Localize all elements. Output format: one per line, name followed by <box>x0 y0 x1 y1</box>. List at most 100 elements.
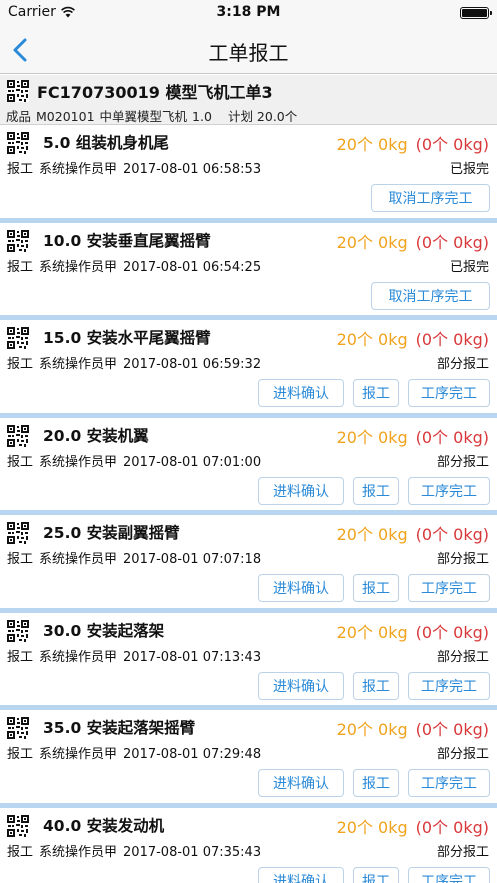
product-version: 1.0 <box>192 109 212 124</box>
nav-bar: 工单报工 <box>0 26 497 74</box>
report-button[interactable]: 报工 <box>353 476 399 505</box>
report-button[interactable]: 报工 <box>353 866 399 883</box>
operation-card[interactable]: 10.0 安装垂直尾翼摇臂 20个 0kg (0个 0kg) 报工 系统操作员甲 20… <box>0 222 497 320</box>
report-datetime: 2017-08-01 07:35:43 <box>123 844 262 860</box>
defect-quantity: (0个 0kg) <box>415 817 489 837</box>
operation-title: 35.0 安装起落架摇臂 <box>43 719 196 737</box>
qr-code-icon <box>7 424 29 447</box>
operation-title: 40.0 安装发动机 <box>43 816 165 835</box>
reported-quantity: 20个 0kg <box>336 525 408 544</box>
report-info: 报工 系统操作员甲 2017-08-01 06:54:25 <box>7 256 267 275</box>
operation-actions: 进料确认 报工 工序完工 <box>258 671 490 700</box>
operation-card[interactable]: 5.0 组装机身机尾 20个 0kg (0个 0kg) 报工 系统操作员甲 2017-… <box>0 125 497 223</box>
cancel-finish-button[interactable]: 取消工序完工 <box>371 281 490 310</box>
feed-confirm-button[interactable]: 进料确认 <box>258 379 344 407</box>
operator-name: 系统操作员甲 <box>39 844 118 860</box>
operator-name: 系统操作员甲 <box>39 357 118 372</box>
operation-actions: 进料确认 报工 工序完工 <box>258 866 490 883</box>
operation-quantity: 20个 0kg (0个 0kg) <box>337 619 489 643</box>
operation-actions: 进料确认 报工 工序完工 <box>258 769 490 797</box>
operation-actions: 进料确认 报工 工序完工 <box>258 476 490 505</box>
operation-card[interactable]: 40.0 安装发动机 20个 0kg (0个 0kg) 报工 系统操作员甲 2017-… <box>0 807 497 883</box>
finish-operation-button[interactable]: 工序完工 <box>408 866 490 883</box>
report-button[interactable]: 报工 <box>353 379 399 407</box>
status-badge: 部分报工 <box>436 552 489 567</box>
qr-code-icon <box>7 814 29 837</box>
report-label: 报工 <box>7 649 34 665</box>
report-datetime: 2017-08-01 07:29:48 <box>123 747 262 762</box>
status-badge: 部分报工 <box>436 357 489 372</box>
qr-code-icon <box>7 717 29 739</box>
operation-actions: 取消工序完工 <box>371 184 490 212</box>
operation-quantity: 20个 0kg (0个 0kg) <box>337 716 489 740</box>
operation-quantity: 20个 0kg (0个 0kg) <box>337 814 489 838</box>
reported-quantity: 20个 0kg <box>336 720 408 739</box>
defect-quantity: (0个 0kg) <box>415 427 489 447</box>
report-info: 报工 系统操作员甲 2017-08-01 07:07:18 <box>7 548 267 567</box>
plan-quantity: 计划 20.0个 <box>227 109 298 124</box>
report-datetime: 2017-08-01 07:07:18 <box>123 552 262 567</box>
work-order-header: FC170730019 模型飞机工单3 成品 M020101 中单翼模型飞机 1.0 计… <box>0 75 497 125</box>
feed-confirm-button[interactable]: 进料确认 <box>258 574 344 602</box>
report-label: 报工 <box>7 357 34 372</box>
report-info: 报工 系统操作员甲 2017-08-01 06:58:53 <box>7 158 267 177</box>
feed-confirm-button[interactable]: 进料确认 <box>258 476 344 505</box>
finish-operation-button[interactable]: 工序完工 <box>408 476 490 505</box>
operation-list: 5.0 组装机身机尾 20个 0kg (0个 0kg) 报工 系统操作员甲 2017-… <box>0 125 497 883</box>
operation-actions: 进料确认 报工 工序完工 <box>258 574 490 602</box>
reported-quantity: 20个 0kg <box>336 817 408 837</box>
product-type: 成品 <box>6 109 32 124</box>
operation-title: 10.0 安装垂直尾翼摇臂 <box>43 231 211 250</box>
finish-operation-button[interactable]: 工序完工 <box>408 769 490 797</box>
cancel-finish-button[interactable]: 取消工序完工 <box>371 184 490 212</box>
reported-quantity: 20个 0kg <box>336 330 408 349</box>
feed-confirm-button[interactable]: 进料确认 <box>258 769 344 797</box>
operation-actions: 取消工序完工 <box>371 281 490 310</box>
defect-quantity: (0个 0kg) <box>415 232 489 252</box>
status-badge: 部分报工 <box>436 747 489 762</box>
finish-operation-button[interactable]: 工序完工 <box>408 379 490 407</box>
report-button[interactable]: 报工 <box>353 769 399 797</box>
product-code: M020101 <box>36 109 95 124</box>
operator-name: 系统操作员甲 <box>39 454 118 470</box>
feed-confirm-button[interactable]: 进料确认 <box>258 866 344 883</box>
status-badge: 部分报工 <box>436 844 489 860</box>
defect-quantity: (0个 0kg) <box>415 135 489 154</box>
report-label: 报工 <box>7 454 34 470</box>
report-button[interactable]: 报工 <box>353 671 399 700</box>
operation-quantity: 20个 0kg (0个 0kg) <box>337 424 489 448</box>
operation-card[interactable]: 20.0 安装机翼 20个 0kg (0个 0kg) 报工 系统操作员甲 2017-0… <box>0 417 497 515</box>
status-bar: Carrier 3:18 PM <box>0 0 497 26</box>
report-label: 报工 <box>7 162 34 177</box>
operator-name: 系统操作员甲 <box>39 552 118 567</box>
qr-code-icon <box>7 522 29 544</box>
reported-quantity: 20个 0kg <box>336 427 408 447</box>
operation-card[interactable]: 30.0 安装起落架 20个 0kg (0个 0kg) 报工 系统操作员甲 2017-… <box>0 612 497 710</box>
status-badge: 部分报工 <box>436 454 489 470</box>
operation-title: 15.0 安装水平尾翼摇臂 <box>43 329 211 347</box>
feed-confirm-button[interactable]: 进料确认 <box>258 671 344 700</box>
report-info: 报工 系统操作员甲 2017-08-01 07:01:00 <box>7 451 267 470</box>
report-button[interactable]: 报工 <box>353 574 399 602</box>
operation-card[interactable]: 35.0 安装起落架摇臂 20个 0kg (0个 0kg) 报工 系统操作员甲 201… <box>0 710 497 808</box>
report-info: 报工 系统操作员甲 2017-08-01 07:13:43 <box>7 646 267 665</box>
report-label: 报工 <box>7 747 34 762</box>
work-order-title: FC170730019 模型飞机工单3 <box>37 83 273 102</box>
qr-code-icon <box>7 229 29 252</box>
finish-operation-button[interactable]: 工序完工 <box>408 574 490 602</box>
operator-name: 系统操作员甲 <box>39 259 118 275</box>
operation-title: 25.0 安装副翼摇臂 <box>43 524 180 542</box>
report-datetime: 2017-08-01 06:54:25 <box>123 259 262 275</box>
operation-card[interactable]: 15.0 安装水平尾翼摇臂 20个 0kg (0个 0kg) 报工 系统操作员甲 20… <box>0 320 497 418</box>
finish-operation-button[interactable]: 工序完工 <box>408 671 490 700</box>
operation-card[interactable]: 25.0 安装副翼摇臂 20个 0kg (0个 0kg) 报工 系统操作员甲 2017… <box>0 515 497 613</box>
operation-quantity: 20个 0kg (0个 0kg) <box>337 521 489 545</box>
report-datetime: 2017-08-01 06:58:53 <box>123 162 262 177</box>
qr-code-icon <box>7 80 29 102</box>
reported-quantity: 20个 0kg <box>336 622 408 642</box>
report-info: 报工 系统操作员甲 2017-08-01 07:29:48 <box>7 743 267 762</box>
report-label: 报工 <box>7 844 34 860</box>
status-badge: 部分报工 <box>436 649 489 665</box>
operation-title: 5.0 组装机身机尾 <box>43 134 169 152</box>
report-label: 报工 <box>7 552 34 567</box>
